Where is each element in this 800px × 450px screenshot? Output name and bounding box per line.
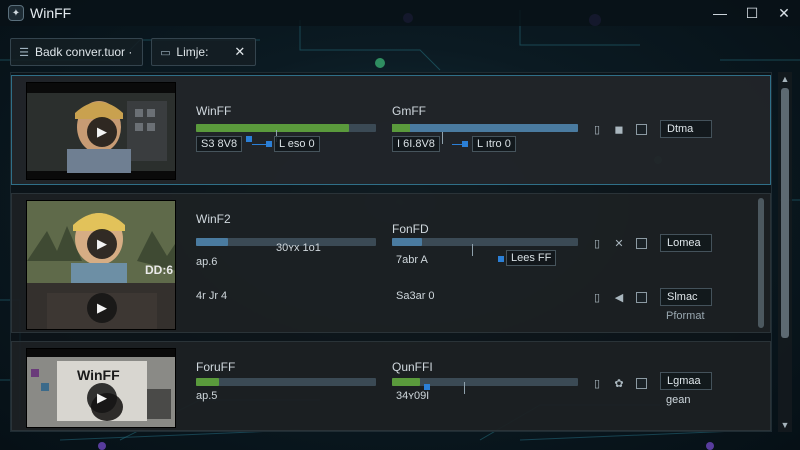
select-checkbox[interactable] (636, 124, 647, 135)
progress-fill (392, 238, 422, 246)
scroll-thumb[interactable] (781, 88, 789, 338)
film-icon[interactable]: ▯ (590, 236, 604, 250)
range-marker[interactable] (246, 136, 252, 142)
output-title: QunFFI (392, 360, 433, 374)
film-icon[interactable]: ▯ (590, 122, 604, 136)
size-value: ap.6 (196, 256, 218, 268)
tab-label: Badk conver.tuor · (35, 45, 133, 59)
range-tick (472, 244, 473, 256)
select-checkbox[interactable] (636, 378, 647, 389)
play-icon[interactable]: ▶ (87, 293, 117, 323)
bitrate-value: 30ʏx 1o1 (276, 242, 321, 254)
inner-scrollbar[interactable] (758, 198, 764, 328)
close-button[interactable]: ✕ (768, 0, 800, 26)
video-thumbnail: WinFF ▶ (26, 348, 176, 428)
tab-bar: ☰ Badk conver.tuor · ▭ Limje: ✕ (10, 38, 257, 66)
tab-limit[interactable]: ▭ Limje: ✕ (151, 38, 257, 66)
progress-fill (392, 378, 420, 386)
window-title: WinFF (30, 5, 72, 21)
format-extra: Pformat (666, 310, 705, 322)
output-title: WinFF (196, 104, 232, 118)
progress-bar (392, 378, 578, 386)
output-title: ForuFF (196, 360, 236, 374)
title-bar: ✦ WinFF — ☐ ✕ (0, 0, 800, 26)
window-controls: — ☐ ✕ (704, 0, 800, 26)
progress-fill (392, 124, 578, 132)
format-select[interactable]: Dtma (660, 120, 712, 138)
close-tab-icon[interactable]: ✕ (234, 44, 245, 60)
progress-head (392, 124, 410, 132)
size-value: S3 8V8 (196, 136, 243, 152)
list-icon: ☰ (19, 46, 29, 59)
output-title: GmFF (392, 104, 426, 118)
format-extra: gean (666, 394, 691, 406)
progress-fill (196, 124, 349, 132)
range-marker[interactable] (498, 256, 504, 262)
thumbnail-label: WinFF (77, 367, 120, 383)
film-icon[interactable]: ▯ (590, 290, 604, 304)
bitrate-value: L ıtro 0 (472, 136, 516, 152)
gear-icon[interactable]: ✿ (612, 376, 626, 390)
list-item[interactable]: ▶ ▶ DD:6 WinF2 30ʏx 1o1 ap.6 4r Jr 4 Fon… (11, 193, 771, 333)
size-value: I 6I.8V8 (392, 136, 440, 152)
progress-bar (196, 124, 376, 132)
app-logo-icon: ✦ (8, 5, 24, 21)
format-select[interactable]: Lgmaa (660, 372, 712, 390)
video-thumbnail: ▶ (26, 82, 176, 180)
scroll-down-icon[interactable]: ▼ (778, 418, 792, 432)
film-icon[interactable]: ▯ (590, 376, 604, 390)
play-icon[interactable]: ▶ (87, 229, 117, 259)
settings-icon[interactable]: ◀ (612, 290, 626, 304)
format-select[interactable]: Slmac (660, 288, 712, 306)
conversion-list: ▶ WinFF S3 8V8 L eso 0 GmFF I 6I.8V8 L ı… (10, 72, 772, 432)
progress-fill (196, 238, 229, 246)
thumbnail-label: DD:6 (145, 263, 174, 277)
play-icon[interactable]: ▶ (87, 383, 117, 413)
list-item[interactable]: WinFF ▶ ForuFF ap.5 QunFFI 34ʏ09I ▯ ✿ Lg… (11, 341, 771, 431)
tab-batch-conversion[interactable]: ☰ Badk conver.tuor · (10, 38, 144, 66)
bitrate-value: Lees FF (506, 250, 557, 266)
row-text: Sa3ar 0 (396, 290, 435, 302)
vertical-scrollbar[interactable]: ▲ ▼ (778, 72, 792, 432)
range-tick (442, 132, 443, 144)
range-line (452, 144, 466, 145)
size-value: 7abr A (396, 254, 428, 266)
select-checkbox[interactable] (636, 238, 647, 249)
progress-bar (196, 378, 376, 386)
format-select[interactable]: Lomea (660, 234, 712, 252)
progress-fill (196, 378, 220, 386)
range-marker[interactable] (266, 141, 272, 147)
maximize-button[interactable]: ☐ (736, 0, 768, 26)
output-title: WinF2 (196, 212, 231, 226)
progress-bar (392, 124, 578, 132)
video-thumbnail: ▶ ▶ DD:6 (26, 200, 176, 330)
row-text: 4r Jr 4 (196, 290, 228, 302)
output-title: FonFD (392, 222, 429, 236)
settings-icon[interactable]: ◼ (612, 122, 626, 136)
select-checkbox[interactable] (636, 292, 647, 303)
range-tick (464, 382, 465, 394)
tab-label: Limje: (176, 45, 209, 59)
bitrate-value: L eso 0 (274, 136, 320, 152)
scroll-up-icon[interactable]: ▲ (778, 72, 792, 86)
list-item[interactable]: ▶ WinFF S3 8V8 L eso 0 GmFF I 6I.8V8 L ı… (11, 75, 771, 185)
progress-bar (392, 238, 578, 246)
size-value: 34ʏ09I (396, 390, 430, 402)
window-icon: ▭ (160, 46, 171, 59)
play-icon[interactable]: ▶ (87, 117, 117, 147)
minimize-button[interactable]: — (704, 0, 736, 26)
settings-icon[interactable]: ✕ (612, 236, 626, 250)
size-value: ap.5 (196, 390, 218, 402)
